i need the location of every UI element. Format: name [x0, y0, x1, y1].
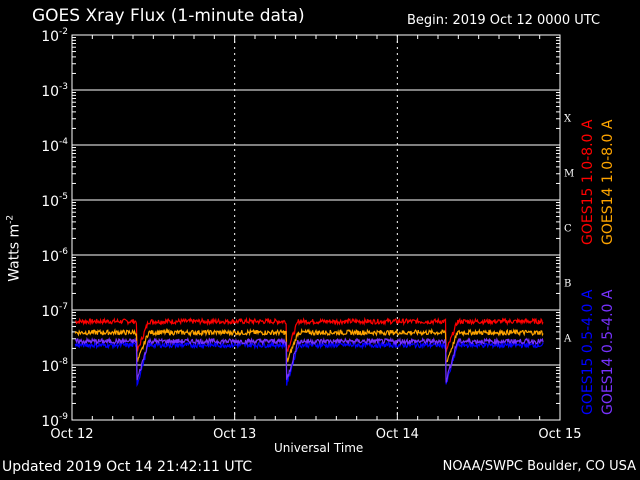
- flare-class-label: C: [564, 224, 572, 235]
- credit: NOAA/SWPC Boulder, CO USA: [442, 459, 636, 474]
- legend-entry: GOES14 0.5-4.0 A: [600, 289, 616, 415]
- y-tick-label: 10-8: [41, 357, 68, 375]
- y-tick-label: 10-7: [41, 302, 68, 320]
- y-axis-label: Watts m-2: [4, 215, 24, 282]
- y-tick-label: 10-6: [41, 247, 68, 265]
- y-tick-label: 10-2: [41, 27, 68, 45]
- x-tick-label: Oct 12: [50, 427, 93, 442]
- series-line-2: [74, 340, 544, 388]
- x-tick-label: Oct 15: [538, 427, 581, 442]
- xray-flux-chart: 10-210-310-410-510-610-710-810-9Oct 12 Oc…: [41, 27, 616, 442]
- legend-entry: GOES15 1.0-8.0 A: [580, 119, 596, 245]
- y-tick-label: 10-5: [41, 192, 68, 210]
- y-axis-label-text: Watts m: [6, 223, 23, 282]
- y-axis-label-sup: -2: [5, 214, 16, 224]
- flare-class-label: A: [563, 334, 572, 345]
- y-tick-label: 10-4: [41, 137, 68, 155]
- legend-entry: GOES14 1.0-8.0 A: [600, 119, 616, 245]
- plot-frame: [71, 34, 561, 421]
- x-tick-label: Oct 13: [213, 427, 256, 442]
- flare-class-label: M: [564, 169, 574, 180]
- flare-class-label: B: [564, 279, 571, 290]
- x-axis-label: Universal Time: [274, 441, 364, 455]
- y-tick-label: 10-3: [41, 82, 68, 100]
- updated-time: Updated 2019 Oct 14 21:42:11 UTC: [2, 459, 253, 475]
- legend-entry: GOES15 0.5-4.0 A: [580, 289, 596, 415]
- x-tick-label: Oct 14: [376, 427, 419, 442]
- flare-class-label: X: [564, 114, 572, 125]
